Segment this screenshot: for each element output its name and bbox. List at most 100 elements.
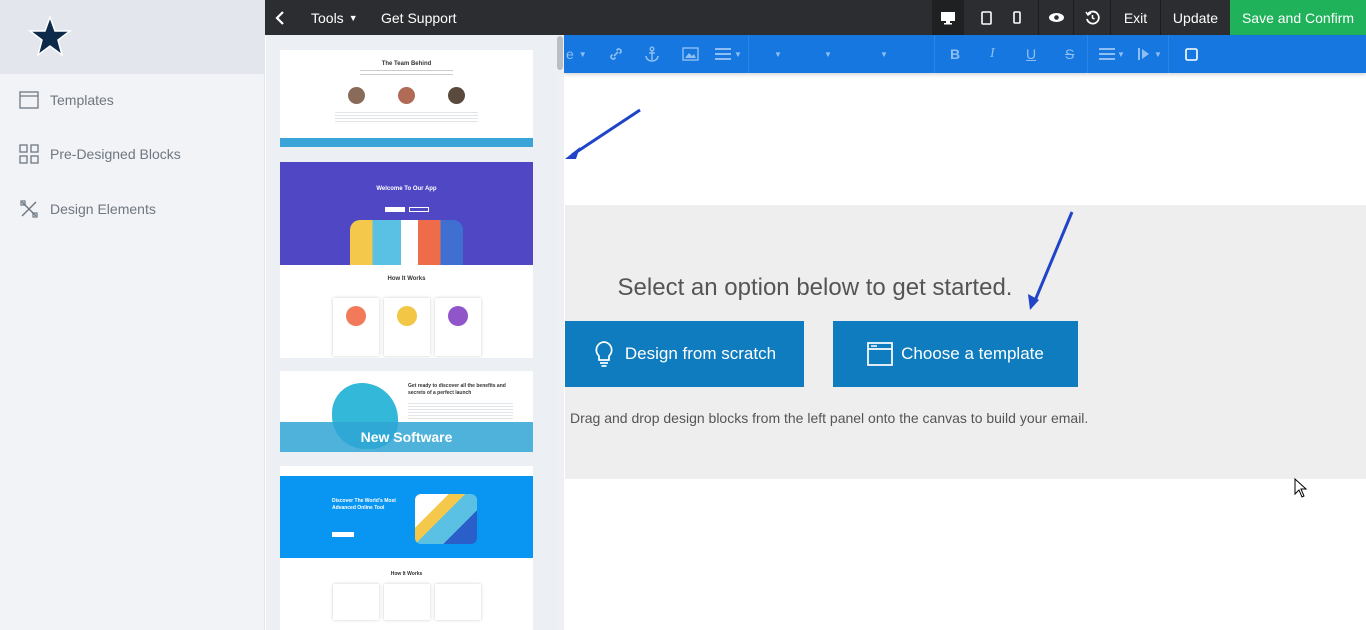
desktop-view-button[interactable] <box>932 0 964 35</box>
caret-down-icon: ▼ <box>880 49 888 59</box>
font-size-dropdown[interactable]: e ▼ <box>566 35 587 73</box>
fullscreen-button[interactable] <box>1185 35 1198 73</box>
sidebar-item-pre-designed-blocks[interactable]: Pre-Designed Blocks <box>0 134 265 174</box>
feature-icon <box>346 306 366 326</box>
format-toolbar: e ▼ ▼ ▼ ▼ ▼ B I U S ▼ ▼ <box>564 35 1366 73</box>
caret-down-icon: ▼ <box>824 49 832 59</box>
caret-down-icon: ▼ <box>774 49 782 59</box>
template-thumbnail-tool[interactable]: Discover The World's Most Advanced Onlin… <box>280 466 533 630</box>
thumbnail-illustration <box>415 494 477 544</box>
canvas-headline: Select an option below to get started. <box>617 274 1013 301</box>
save-and-confirm-button[interactable]: Save and Confirm <box>1230 0 1366 35</box>
exit-button[interactable]: Exit <box>1111 0 1160 35</box>
design-tools-icon <box>20 200 38 218</box>
feature-icon <box>397 306 417 326</box>
avatar <box>398 87 415 104</box>
italic-icon: I <box>990 46 995 61</box>
caret-down-icon: ▼ <box>578 49 587 59</box>
strikethrough-button[interactable]: S <box>1065 35 1074 73</box>
left-sidebar: Templates Pre-Designed Blocks Design Ele… <box>0 0 265 630</box>
tools-label: Tools <box>311 9 344 26</box>
thumbnail-title: Get ready to discover all the benefits a… <box>408 383 506 396</box>
desktop-icon <box>941 11 955 24</box>
thumbnail-illustration <box>350 220 463 265</box>
back-button[interactable] <box>265 0 295 35</box>
design-from-scratch-button[interactable]: Design from scratch <box>565 321 804 387</box>
thumbnail-button <box>385 207 405 212</box>
tools-menu[interactable]: Tools ▼ <box>311 0 358 35</box>
browser-window-icon <box>867 342 893 366</box>
thumbnail-card <box>333 298 379 356</box>
avatar <box>348 87 365 104</box>
sidebar-item-design-elements[interactable]: Design Elements <box>0 189 265 229</box>
thumbnail-card <box>435 584 481 620</box>
list-icon <box>1099 48 1115 60</box>
indent-icon <box>1138 48 1149 60</box>
thumbnail-overlay-label: New Software <box>360 429 453 445</box>
partial-label-icon: e <box>566 46 574 62</box>
tablet-icon <box>980 10 992 25</box>
choose-template-button[interactable]: Choose a template <box>833 321 1078 387</box>
get-support-link[interactable]: Get Support <box>381 0 457 35</box>
update-button[interactable]: Update <box>1161 0 1230 35</box>
star-logo-icon <box>28 15 72 57</box>
lightbulb-icon <box>595 341 613 367</box>
thumbnail-button <box>409 207 429 212</box>
anchor-icon <box>645 46 659 62</box>
thumbnail-text-lines <box>408 401 513 421</box>
toolbar-divider <box>1087 35 1088 73</box>
link-icon <box>610 48 622 60</box>
eye-icon <box>1048 13 1064 22</box>
square-icon <box>1185 47 1198 61</box>
thumbnail-card <box>333 584 379 620</box>
italic-button[interactable]: I <box>990 35 995 73</box>
caret-down-icon: ▼ <box>1154 49 1162 59</box>
template-thumbnail-team[interactable]: The Team Behind <box>280 50 533 147</box>
preview-button[interactable] <box>1039 0 1073 35</box>
grid-blocks-icon <box>19 144 39 164</box>
image-button[interactable] <box>682 35 699 73</box>
thumbnail-scrollbar-thumb[interactable] <box>557 36 563 70</box>
thumbnail-footer-bar <box>280 138 533 147</box>
indent-dropdown[interactable]: ▼ <box>1138 35 1162 73</box>
chevron-left-icon <box>275 10 284 25</box>
top-toolbar: Tools ▼ Get Support Exit Update Save and… <box>265 0 1366 35</box>
thumbnail-section-title: How It Works <box>390 571 423 577</box>
thumbnail-title: Discover The World's Most Advanced Onlin… <box>332 498 396 511</box>
anchor-button[interactable] <box>644 35 660 73</box>
update-label: Update <box>1172 9 1219 26</box>
thumbnail-card <box>384 298 430 356</box>
thumbnail-section-title: How It Works <box>387 276 426 282</box>
line-height-dropdown[interactable]: ▼ <box>880 35 888 73</box>
thumbnail-title: The Team Behind <box>381 61 432 67</box>
get-support-label: Get Support <box>381 9 457 26</box>
history-button[interactable] <box>1074 0 1110 35</box>
strikethrough-icon: S <box>1065 46 1075 62</box>
annotation-arrow-left <box>565 108 641 159</box>
underline-button[interactable]: U <box>1026 35 1036 73</box>
sidebar-item-label: Templates <box>50 92 114 108</box>
choose-template-label: Choose a template <box>901 344 1044 363</box>
image-icon <box>682 47 699 61</box>
tablet-view-button[interactable] <box>970 0 1002 35</box>
thumbnail-card <box>435 298 481 356</box>
thumbnail-text-lines <box>335 110 478 124</box>
link-button[interactable] <box>608 35 624 73</box>
mobile-view-button[interactable] <box>1002 0 1032 35</box>
logo-area <box>0 0 265 74</box>
template-thumbnail-software[interactable]: Get ready to discover all the benefits a… <box>280 371 533 452</box>
sidebar-item-label: Design Elements <box>50 201 156 217</box>
font-family-dropdown[interactable]: ▼ <box>774 35 782 73</box>
thumbnail-text-lines <box>360 70 453 75</box>
template-thumbnail-app[interactable]: Welcome To Our App How It Works <box>280 162 533 358</box>
save-label: Save and Confirm <box>1241 9 1355 26</box>
align-dropdown[interactable]: ▼ <box>715 35 742 73</box>
list-dropdown[interactable]: ▼ <box>1099 35 1125 73</box>
template-thumbnail-panel: The Team Behind Welcome To Our App How I… <box>266 35 564 630</box>
sidebar-item-label: Pre-Designed Blocks <box>50 146 181 162</box>
toolbar-divider <box>934 35 935 73</box>
sidebar-item-templates[interactable]: Templates <box>0 80 265 120</box>
exit-label: Exit <box>1123 9 1148 26</box>
bold-button[interactable]: B <box>950 35 960 73</box>
font-size-select[interactable]: ▼ <box>824 35 832 73</box>
